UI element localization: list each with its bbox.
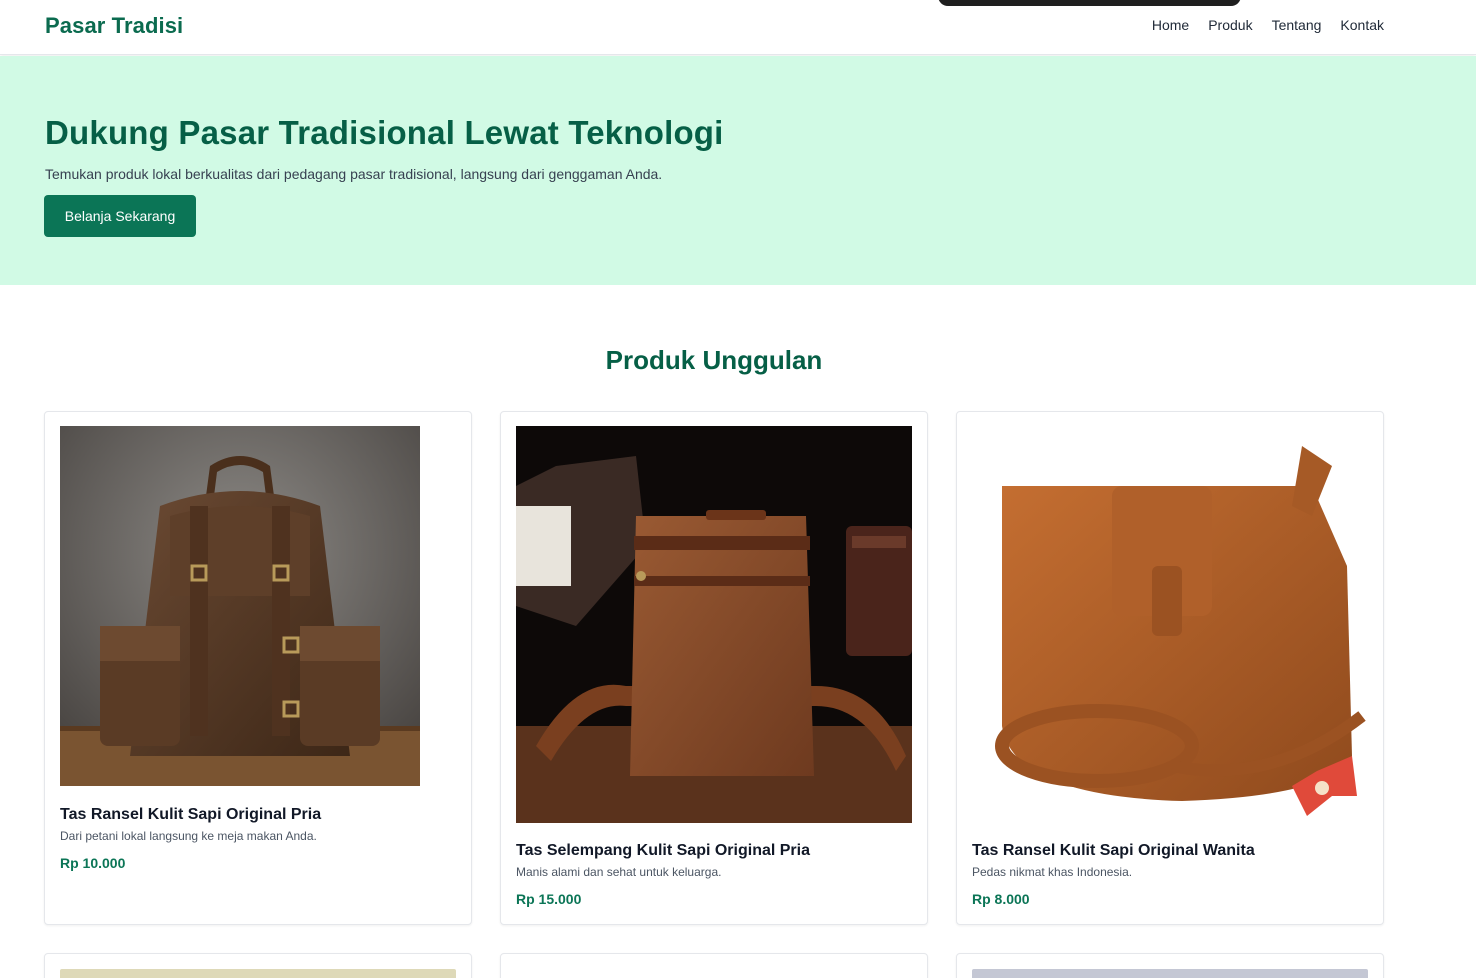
hero-subtitle: Temukan produk lokal berkualitas dari pe… [45, 166, 663, 182]
brand-logo[interactable]: Pasar Tradisi [45, 13, 183, 39]
section-title: Produk Unggulan [605, 345, 823, 375]
product-card[interactable] [44, 953, 472, 978]
product-description: Manis alami dan sehat untuk keluarga. [516, 865, 722, 879]
product-title[interactable]: Tas Ransel Kulit Sapi Original Pria [60, 806, 321, 824]
backpack-image[interactable] [60, 426, 420, 786]
nav-tentang[interactable]: Tentang [1272, 17, 1322, 33]
product-card[interactable]: Tas Selempang Kulit Sapi Original Pria M… [500, 411, 928, 925]
product-card[interactable]: Tas Ransel Kulit Sapi Original Pria Dari… [44, 411, 472, 925]
product-price: Rp 15.000 [516, 891, 582, 907]
product-image[interactable] [516, 969, 912, 978]
product-image[interactable] [972, 969, 1368, 978]
nav-produk[interactable]: Produk [1208, 17, 1252, 33]
nav-kontak[interactable]: Kontak [1340, 17, 1384, 33]
hero-banner: Dukung Pasar Tradisional Lewat Teknologi… [0, 56, 1476, 285]
product-image[interactable] [60, 969, 456, 978]
shop-now-button[interactable]: Belanja Sekarang [44, 195, 196, 237]
product-title[interactable]: Tas Selempang Kulit Sapi Original Pria [516, 842, 810, 860]
sling-bag-image[interactable] [516, 426, 912, 823]
product-title[interactable]: Tas Ransel Kulit Sapi Original Wanita [972, 842, 1255, 860]
product-description: Pedas nikmat khas Indonesia. [972, 865, 1133, 879]
overlay-bar [938, 0, 1241, 6]
product-price: Rp 8.000 [972, 891, 1030, 907]
product-card[interactable] [500, 953, 928, 978]
product-card[interactable]: Tas Ransel Kulit Sapi Original Wanita Pe… [956, 411, 1384, 925]
shoulder-bag-image[interactable] [972, 426, 1368, 823]
top-navbar: Pasar Tradisi Home Produk Tentang Kontak [0, 0, 1476, 55]
main-nav: Home Produk Tentang Kontak [1152, 17, 1384, 33]
nav-home[interactable]: Home [1152, 17, 1189, 33]
product-card[interactable] [956, 953, 1384, 978]
product-price: Rp 10.000 [60, 855, 126, 871]
hero-title: Dukung Pasar Tradisional Lewat Teknologi [45, 114, 724, 151]
product-description: Dari petani lokal langsung ke meja makan… [60, 829, 317, 843]
